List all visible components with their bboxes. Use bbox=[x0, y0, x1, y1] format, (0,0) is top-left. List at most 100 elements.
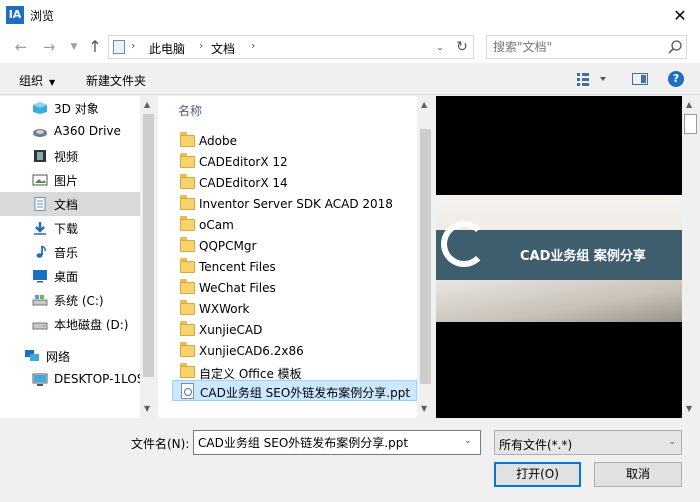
folder-icon bbox=[180, 300, 195, 315]
filename-combobox[interactable]: ⌄ bbox=[193, 430, 481, 455]
nav-item-desktop-pc[interactable]: DESKTOP-1LOS bbox=[0, 368, 144, 392]
nav-item-label: 系统 (C:) bbox=[54, 294, 104, 308]
recent-locations-chevron-icon[interactable]: ▼ bbox=[63, 36, 85, 58]
folder-row[interactable]: CADEditorX 14 bbox=[172, 173, 417, 194]
folder-row[interactable]: CADEditorX 12 bbox=[172, 152, 417, 173]
forward-arrow-icon[interactable]: → bbox=[38, 36, 60, 58]
preview-pane: CAD业务组 案例分享 bbox=[436, 96, 682, 418]
preview-pane-icon[interactable] bbox=[632, 73, 648, 85]
organize-button[interactable]: 组织 ▼ bbox=[19, 72, 55, 89]
nav-item-downloads[interactable]: 下载 bbox=[0, 216, 140, 240]
file-name: XunjieCAD bbox=[199, 323, 263, 337]
search-input[interactable] bbox=[487, 36, 657, 58]
file-name: WXWork bbox=[199, 302, 250, 316]
up-arrow-icon[interactable]: ↑ bbox=[84, 36, 106, 58]
scrollbar-thumb[interactable] bbox=[684, 114, 697, 134]
address-bar[interactable]: › 此电脑 › 文档 › ⌄ ↻ bbox=[108, 35, 474, 59]
filename-label: 文件名(N): bbox=[131, 437, 190, 451]
folder-row[interactable]: Adobe bbox=[172, 131, 417, 152]
file-name: QQPCMgr bbox=[199, 239, 257, 253]
chevron-down-icon[interactable]: ⌄ bbox=[464, 436, 472, 446]
file-name: Tencent Files bbox=[199, 260, 276, 274]
folder-row[interactable]: oCam bbox=[172, 215, 417, 236]
address-row: ← → ▼ ↑ › 此电脑 › 文档 › ⌄ ↻ bbox=[0, 31, 700, 63]
breadcrumb-documents[interactable]: 文档 bbox=[211, 40, 235, 57]
nav-item-drive-c[interactable]: 系统 (C:) bbox=[0, 288, 140, 312]
help-icon[interactable]: ? bbox=[668, 71, 684, 87]
nav-item-3d-objects[interactable]: 3D 对象 bbox=[0, 96, 140, 120]
new-folder-button[interactable]: 新建文件夹 bbox=[86, 72, 146, 89]
file-name: Inventor Server SDK ACAD 2018 bbox=[199, 197, 393, 211]
chevron-down-icon: ⌄ bbox=[668, 437, 676, 447]
folder-icon bbox=[180, 216, 195, 231]
nav-item-label: 视频 bbox=[54, 150, 79, 164]
back-arrow-icon[interactable]: ← bbox=[10, 36, 32, 58]
network-icon bbox=[25, 350, 39, 361]
nav-item-music[interactable]: 音乐 bbox=[0, 240, 140, 264]
file-name: CADEditorX 12 bbox=[199, 155, 288, 169]
folder-icon bbox=[180, 342, 195, 357]
nav-item-desktop[interactable]: 桌面 bbox=[0, 264, 140, 288]
folder-row[interactable]: WeChat Files bbox=[172, 278, 417, 299]
preview-banner-text: CAD业务组 案例分享 bbox=[520, 249, 646, 264]
folder-row[interactable]: XunjieCAD6.2x86 bbox=[172, 341, 417, 362]
folder-row[interactable]: XunjieCAD bbox=[172, 320, 417, 341]
nav-item-label: 本地磁盘 (D:) bbox=[54, 318, 129, 332]
cancel-button[interactable]: 取消 bbox=[594, 462, 682, 487]
nav-item-label: DESKTOP-1LOS bbox=[54, 372, 145, 386]
nav-item-a360-drive[interactable]: A360 Drive bbox=[0, 120, 140, 144]
filename-field[interactable] bbox=[194, 431, 456, 454]
scrollbar-thumb[interactable] bbox=[420, 129, 431, 384]
nav-item-drive-d[interactable]: 本地磁盘 (D:) bbox=[0, 312, 140, 336]
folder-icon bbox=[180, 321, 195, 336]
open-button[interactable]: 打开(O) bbox=[494, 462, 581, 487]
file-scrollbar[interactable]: ▲ ▼ bbox=[417, 96, 434, 418]
refresh-icon[interactable]: ↻ bbox=[453, 38, 471, 56]
music-icon bbox=[36, 245, 46, 258]
scrollbar-thumb[interactable] bbox=[143, 114, 154, 377]
scroll-up-icon[interactable]: ▲ bbox=[144, 100, 150, 109]
chevron-down-icon: ▼ bbox=[49, 78, 56, 87]
nav-item-network[interactable]: 网络 bbox=[0, 344, 140, 368]
scroll-up-icon[interactable]: ▲ bbox=[421, 100, 427, 109]
folder-row[interactable]: Inventor Server SDK ACAD 2018 bbox=[172, 194, 417, 215]
folder-row[interactable]: Tencent Files bbox=[172, 257, 417, 278]
search-icon bbox=[668, 40, 682, 54]
breadcrumb-this-pc[interactable]: 此电脑 bbox=[149, 40, 185, 57]
3d-objects-icon bbox=[33, 102, 47, 114]
file-row[interactable]: CAD业务组 SEO外链发布案例分享.ppt bbox=[172, 380, 417, 401]
scroll-down-icon[interactable]: ▼ bbox=[686, 404, 692, 413]
nav-scrollbar[interactable]: ▲ ▼ bbox=[140, 96, 157, 418]
book-graphic bbox=[436, 280, 682, 322]
drive-icon bbox=[32, 295, 48, 306]
file-name: Adobe bbox=[199, 134, 237, 148]
nav-item-pictures[interactable]: 图片 bbox=[0, 168, 140, 192]
nav-item-label: 音乐 bbox=[54, 246, 79, 260]
nav-item-documents[interactable]: 文档 bbox=[0, 192, 140, 216]
nav-item-label: 下载 bbox=[54, 222, 79, 236]
file-name: CAD业务组 SEO外链发布案例分享.ppt bbox=[200, 386, 411, 400]
scroll-down-icon[interactable]: ▼ bbox=[421, 404, 427, 413]
view-options-icon[interactable] bbox=[576, 72, 610, 86]
folder-row[interactable]: WXWork bbox=[172, 299, 417, 320]
desktop-icon bbox=[33, 270, 47, 283]
search-box[interactable] bbox=[486, 35, 687, 59]
nav-item-videos[interactable]: 视频 bbox=[0, 144, 140, 168]
nav-item-label: 桌面 bbox=[54, 270, 79, 284]
documents-icon bbox=[34, 197, 46, 211]
folder-icon bbox=[180, 174, 195, 189]
file-name: oCam bbox=[199, 218, 234, 232]
drive-icon bbox=[32, 322, 48, 330]
preview-scrollbar[interactable]: ▲ ▼ bbox=[682, 96, 699, 418]
address-dropdown-icon[interactable]: ⌄ bbox=[431, 40, 449, 56]
folder-row[interactable]: QQPCMgr bbox=[172, 236, 417, 257]
close-button[interactable]: ✕ bbox=[660, 0, 700, 31]
download-icon bbox=[34, 222, 46, 235]
filetype-select[interactable]: 所有文件(*.*) ⌄ bbox=[494, 430, 682, 455]
scroll-up-icon[interactable]: ▲ bbox=[686, 100, 692, 109]
scroll-down-icon[interactable]: ▼ bbox=[144, 404, 150, 413]
title-bar: IA 浏览 ✕ bbox=[0, 0, 700, 31]
file-name: CADEditorX 14 bbox=[199, 176, 288, 190]
column-header-name[interactable]: 名称 bbox=[178, 102, 202, 119]
folder-icon bbox=[180, 132, 195, 147]
